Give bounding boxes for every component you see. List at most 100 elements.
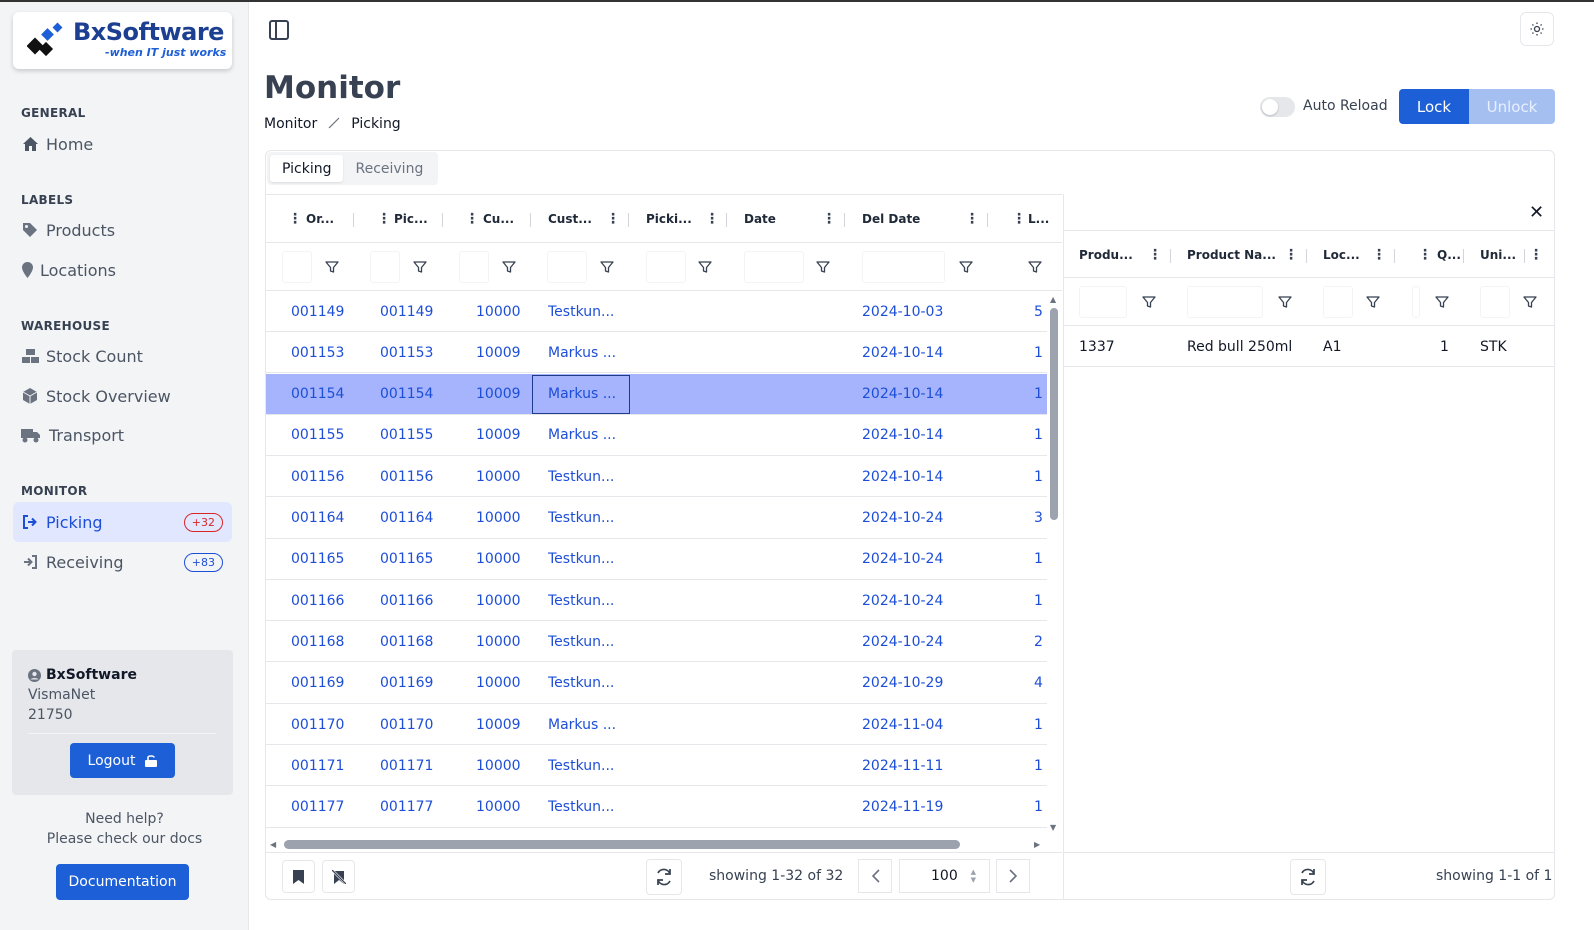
table-cell[interactable]: 001170: [380, 704, 433, 745]
column-menu-icon[interactable]: ⋮: [1529, 231, 1543, 279]
table-cell[interactable]: 1: [1034, 745, 1043, 786]
column-menu-icon[interactable]: ⋮: [1418, 231, 1432, 279]
column-header[interactable]: Q...: [1437, 231, 1461, 279]
column-header[interactable]: L...: [1028, 195, 1049, 243]
table-cell[interactable]: 001149: [380, 291, 433, 332]
horizontal-scrollbar-thumb[interactable]: [284, 840, 960, 849]
table-cell[interactable]: Testkun...: [548, 580, 614, 621]
column-header[interactable]: Pic...: [394, 195, 428, 243]
table-cell[interactable]: 10000: [476, 580, 521, 621]
table-cell[interactable]: 10000: [476, 291, 521, 332]
table-cell[interactable]: Testkun...: [548, 621, 614, 662]
column-header[interactable]: Del Date: [862, 195, 920, 243]
table-cell[interactable]: Testkun...: [548, 456, 614, 497]
column-menu-icon[interactable]: ⋮: [1284, 231, 1298, 279]
column-separator[interactable]: [353, 213, 354, 227]
column-filter-input[interactable]: [1079, 286, 1127, 318]
table-row[interactable]: 001169 001169 10000 Testkun... 2024-10-29 4: [266, 663, 1047, 704]
table-cell[interactable]: 2024-10-14: [862, 374, 943, 415]
table-cell[interactable]: Markus ...: [548, 415, 616, 456]
table-cell[interactable]: 001155: [380, 415, 433, 456]
table-cell[interactable]: 1: [1034, 415, 1043, 456]
column-menu-icon[interactable]: ⋮: [1012, 195, 1026, 243]
column-filter-input[interactable]: [459, 251, 489, 283]
table-cell[interactable]: 001166: [291, 580, 344, 621]
table-cell[interactable]: 10000: [476, 787, 521, 828]
filter-icon[interactable]: [1278, 295, 1292, 309]
column-separator[interactable]: [442, 213, 443, 227]
column-menu-icon[interactable]: ⋮: [377, 195, 391, 243]
lock-button[interactable]: Lock: [1399, 89, 1469, 124]
filter-icon[interactable]: [1142, 295, 1156, 309]
column-separator[interactable]: [1306, 249, 1307, 263]
column-header[interactable]: Cu...: [483, 195, 514, 243]
scroll-left-arrow[interactable]: ◀: [270, 840, 276, 849]
table-cell[interactable]: 001153: [380, 332, 433, 373]
refresh-orders-button[interactable]: [646, 859, 682, 895]
column-separator[interactable]: [987, 213, 988, 227]
sidebar-item-home[interactable]: Home: [13, 124, 232, 164]
column-header[interactable]: Date: [744, 195, 776, 243]
sidebar-item-transport[interactable]: Transport: [13, 415, 232, 455]
table-cell[interactable]: 001156: [380, 456, 433, 497]
table-cell[interactable]: 2024-11-11: [862, 745, 943, 786]
table-cell[interactable]: 1: [1034, 539, 1043, 580]
table-cell[interactable]: 001164: [380, 498, 433, 539]
prev-page-button[interactable]: [858, 859, 892, 893]
filter-icon[interactable]: [816, 260, 830, 274]
table-cell[interactable]: 10000: [476, 663, 521, 704]
column-menu-icon[interactable]: ⋮: [965, 195, 979, 243]
table-row[interactable]: 001149 001149 10000 Testkun... 2024-10-03 5: [266, 291, 1047, 332]
filter-icon[interactable]: [1028, 260, 1042, 274]
table-cell[interactable]: 10009: [476, 704, 521, 745]
column-filter-input[interactable]: [744, 251, 804, 283]
table-cell[interactable]: 1: [1034, 580, 1043, 621]
table-cell[interactable]: 4: [1034, 663, 1043, 704]
table-cell[interactable]: 5: [1034, 291, 1043, 332]
column-menu-icon[interactable]: ⋮: [288, 195, 302, 243]
column-filter-input[interactable]: [547, 251, 587, 283]
table-cell[interactable]: Testkun...: [548, 539, 614, 580]
table-cell[interactable]: 001164: [291, 498, 344, 539]
table-cell[interactable]: 001165: [291, 539, 344, 580]
table-cell[interactable]: 001171: [291, 745, 344, 786]
table-cell[interactable]: 1337: [1079, 326, 1115, 367]
table-cell[interactable]: 2024-10-24: [862, 580, 943, 621]
sidebar-item-stock-overview[interactable]: Stock Overview: [13, 376, 232, 416]
column-header[interactable]: Picki...: [646, 195, 692, 243]
table-cell[interactable]: 001177: [380, 787, 433, 828]
table-cell[interactable]: Testkun...: [548, 787, 614, 828]
table-cell[interactable]: 2024-10-24: [862, 498, 943, 539]
auto-reload-toggle[interactable]: [1260, 97, 1295, 117]
column-filter-input[interactable]: [370, 251, 400, 283]
table-cell[interactable]: 2024-10-14: [862, 456, 943, 497]
table-cell[interactable]: 2: [1034, 621, 1043, 662]
table-cell[interactable]: 2024-11-19: [862, 787, 943, 828]
table-cell[interactable]: Testkun...: [548, 498, 614, 539]
table-cell[interactable]: 001165: [380, 539, 433, 580]
table-cell[interactable]: 1: [1034, 704, 1043, 745]
filter-icon[interactable]: [1523, 295, 1537, 309]
table-cell[interactable]: 2024-10-14: [862, 332, 943, 373]
table-cell[interactable]: 001168: [380, 621, 433, 662]
column-separator[interactable]: [628, 213, 629, 227]
bookmark-button[interactable]: [282, 860, 315, 893]
column-separator[interactable]: [1394, 249, 1395, 263]
table-cell[interactable]: 001169: [380, 663, 433, 704]
table-cell[interactable]: 1: [1034, 787, 1043, 828]
table-cell[interactable]: 001156: [291, 456, 344, 497]
column-filter-input[interactable]: [862, 251, 945, 283]
table-cell[interactable]: 001153: [291, 332, 344, 373]
table-row[interactable]: 001156 001156 10000 Testkun... 2024-10-14 1: [266, 456, 1047, 498]
column-header[interactable]: Uni...: [1480, 231, 1516, 279]
tab-receiving[interactable]: Receiving: [343, 155, 435, 182]
table-cell[interactable]: 001169: [291, 663, 344, 704]
table-cell[interactable]: 10009: [476, 374, 521, 415]
column-separator[interactable]: [530, 213, 531, 227]
table-cell[interactable]: 001154: [291, 374, 344, 415]
refresh-detail-button[interactable]: [1290, 859, 1326, 895]
column-filter-input[interactable]: [1187, 286, 1263, 318]
sidebar-item-stock-count[interactable]: Stock Count: [13, 336, 232, 376]
table-cell[interactable]: 2024-10-29: [862, 663, 943, 704]
documentation-button[interactable]: Documentation: [56, 864, 189, 900]
